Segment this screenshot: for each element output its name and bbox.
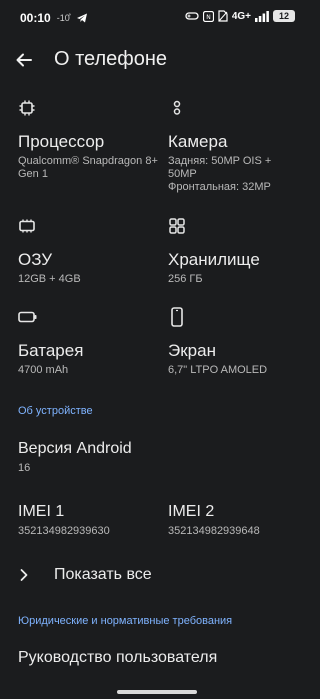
- spec-label: Камера: [168, 132, 228, 151]
- spec-value: Qualcomm® Snapdragon 8+ Gen 1: [18, 155, 158, 180]
- android-version-value: 16: [18, 462, 31, 474]
- spec-value: 6,7" LTPO AMOLED: [168, 364, 268, 376]
- spec-label: Процессор: [18, 132, 105, 151]
- telegram-icon: [76, 13, 87, 23]
- spec-label: Батарея: [18, 341, 84, 360]
- status-time: 00:10: [20, 11, 51, 25]
- status-temperature: -10̊: [56, 13, 70, 23]
- spec-ram[interactable]: ОЗУ 12GB + 4GB: [18, 216, 158, 286]
- back-button[interactable]: [10, 46, 38, 74]
- chip-icon: [18, 98, 158, 118]
- spec-value: 12GB + 4GB: [18, 273, 81, 285]
- chevron-right-icon: [18, 568, 38, 582]
- spec-camera[interactable]: Камера Задняя: 50MP OIS + 50MP Фронтальн…: [168, 98, 308, 194]
- show-all-label: Показать все: [54, 566, 152, 583]
- status-left: 00:10 -10̊: [20, 11, 88, 25]
- grid-icon: [168, 216, 308, 236]
- spec-display[interactable]: Экран 6,7" LTPO AMOLED: [168, 307, 308, 377]
- spec-value-line-2: 50MP: [168, 168, 197, 180]
- battery-indicator: 12: [273, 10, 295, 22]
- spec-processor[interactable]: Процессор Qualcomm® Snapdragon 8+ Gen 1: [18, 98, 158, 181]
- svg-text:N: N: [206, 14, 211, 21]
- no-sim-icon: [218, 10, 228, 22]
- user-manual-item[interactable]: Руководство пользователя: [18, 649, 217, 667]
- camera-icon: [168, 98, 308, 118]
- app-bar: О телефоне: [0, 40, 313, 80]
- spec-value-line-1: Задняя: 50MP OIS +: [168, 155, 272, 167]
- network-type: 4G+: [231, 10, 251, 22]
- android-version-label: Версия Android: [18, 440, 132, 457]
- spec-label: Хранилище: [168, 250, 260, 269]
- spec-value-line-3: Фронтальная: 32MP: [168, 181, 271, 193]
- imei1-item[interactable]: IMEI 1 352134982939630: [18, 502, 110, 537]
- spec-value: 4700 mAh: [18, 364, 69, 376]
- battery-icon: [18, 307, 158, 327]
- home-indicator[interactable]: [117, 690, 197, 694]
- imei1-label: IMEI 1: [18, 503, 65, 520]
- page-title: О телефоне: [54, 48, 168, 70]
- imei2-value: 352134982939648: [168, 525, 260, 537]
- show-all-button[interactable]: Показать все: [18, 563, 298, 587]
- spec-label: ОЗУ: [18, 250, 53, 269]
- status-right: N 4G+ 12: [185, 10, 295, 22]
- gamepad-icon: [185, 12, 199, 20]
- status-bar: 00:10 -10̊ N 4G+ 12: [0, 0, 313, 36]
- arrow-back-icon: [16, 53, 32, 67]
- imei1-value: 352134982939630: [18, 525, 110, 537]
- phone-icon: [168, 307, 308, 327]
- section-header-legal: Юридические и нормативные требования: [18, 615, 233, 627]
- android-version-item[interactable]: Версия Android 16: [18, 439, 132, 474]
- imei2-item[interactable]: IMEI 2 352134982939648: [168, 502, 260, 537]
- nfc-icon: N: [202, 10, 214, 22]
- section-header-about: Об устройстве: [18, 405, 93, 417]
- spec-value: 256 ГБ: [168, 273, 203, 285]
- spec-battery[interactable]: Батарея 4700 mAh: [18, 307, 158, 377]
- spec-storage[interactable]: Хранилище 256 ГБ: [168, 216, 308, 286]
- imei2-label: IMEI 2: [168, 503, 215, 520]
- memory-icon: [18, 216, 158, 236]
- spec-label: Экран: [168, 341, 216, 360]
- signal-icon: [255, 10, 269, 22]
